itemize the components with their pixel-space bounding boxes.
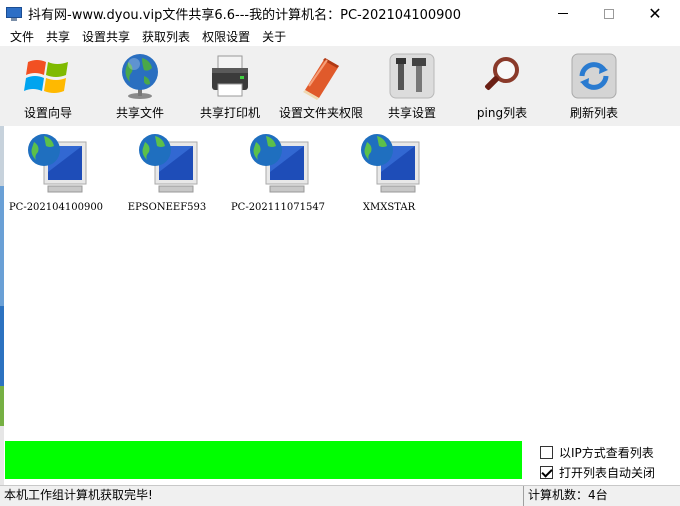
auto-close-checkbox[interactable]: 打开列表自动关闭 — [540, 464, 655, 481]
ping-list-label: ping列表 — [476, 106, 528, 120]
printer-icon — [204, 50, 256, 102]
globe-icon — [114, 50, 166, 102]
share-settings-button[interactable]: 共享设置 — [384, 46, 440, 126]
computer-name: XMXSTAR — [362, 202, 416, 213]
network-computer-icon — [244, 128, 312, 196]
refresh-list-button[interactable]: 刷新列表 — [566, 46, 622, 126]
close-button[interactable]: ✕ — [632, 0, 678, 27]
close-icon: ✕ — [648, 3, 662, 23]
menu-share-settings[interactable]: 设置共享 — [76, 28, 136, 45]
status-bar: 本机工作组计算机获取完毕! 计算机数：4台 — [0, 485, 680, 506]
progress-bar — [5, 441, 522, 479]
folder-permissions-button[interactable]: 设置文件夹权限 — [276, 46, 366, 126]
menu-permissions[interactable]: 权限设置 — [196, 28, 256, 45]
menu-about[interactable]: 关于 — [256, 28, 292, 45]
maximize-icon — [604, 8, 614, 19]
computer-item[interactable]: XMXSTAR — [334, 128, 444, 213]
app-icon — [6, 6, 22, 22]
computer-item[interactable]: EPSONEEF593 — [112, 128, 222, 213]
window-title: 抖有网-www.dyou.vip文件共享6.6---我的计算机名：PC-2021… — [28, 8, 461, 23]
setup-wizard-button[interactable]: 设置向导 — [20, 46, 76, 126]
computer-item[interactable]: PC-202104100900 — [1, 128, 111, 213]
computer-name: PC-202104100900 — [8, 202, 104, 213]
minimize-button[interactable] — [540, 0, 586, 27]
share-printer-button[interactable]: 共享打印机 — [196, 46, 264, 126]
maximize-button[interactable] — [586, 0, 632, 27]
toolbar: 设置向导 共享文件 共享打印机 设置文件夹权限 共享设置 ping列表 刷新列表 — [0, 46, 680, 126]
computer-name: PC-202111071547 — [230, 202, 326, 213]
folder-permissions-label: 设置文件夹权限 — [278, 106, 363, 120]
menu-file[interactable]: 文件 — [4, 28, 40, 45]
computer-count: 计算机数：4台 — [528, 488, 608, 502]
minimize-icon — [558, 13, 568, 14]
computer-name: EPSONEEF593 — [127, 202, 207, 213]
share-settings-label: 共享设置 — [387, 106, 436, 120]
title-bar: 抖有网-www.dyou.vip文件共享6.6---我的计算机名：PC-2021… — [0, 0, 680, 27]
setup-wizard-label: 设置向导 — [23, 106, 72, 120]
network-computer-icon — [355, 128, 423, 196]
auto-close-label: 打开列表自动关闭 — [559, 466, 656, 480]
tools-icon — [386, 50, 438, 102]
menu-share[interactable]: 共享 — [40, 28, 76, 45]
share-files-button[interactable]: 共享文件 — [112, 46, 168, 126]
folder-book-icon — [295, 50, 347, 102]
refresh-icon — [568, 50, 620, 102]
network-computer-icon — [133, 128, 201, 196]
menu-bar: 文件 共享 设置共享 获取列表 权限设置 关于 — [0, 27, 680, 46]
ip-view-checkbox[interactable]: 以IP方式查看列表 — [540, 444, 654, 461]
network-computer-icon — [22, 128, 90, 196]
ping-list-button[interactable]: ping列表 — [474, 46, 530, 126]
share-printer-label: 共享打印机 — [199, 106, 260, 120]
computer-item[interactable]: PC-202111071547 — [223, 128, 333, 213]
ip-view-label: 以IP方式查看列表 — [559, 446, 654, 460]
status-message: 本机工作组计算机获取完毕! — [0, 486, 524, 506]
ip-view-checkbox-box[interactable] — [540, 446, 553, 459]
windows-logo-icon — [22, 50, 74, 102]
share-files-label: 共享文件 — [115, 106, 164, 120]
menu-get-list[interactable]: 获取列表 — [136, 28, 196, 45]
auto-close-checkbox-box[interactable] — [540, 466, 553, 479]
magnifier-icon — [476, 50, 528, 102]
refresh-list-label: 刷新列表 — [569, 106, 618, 120]
